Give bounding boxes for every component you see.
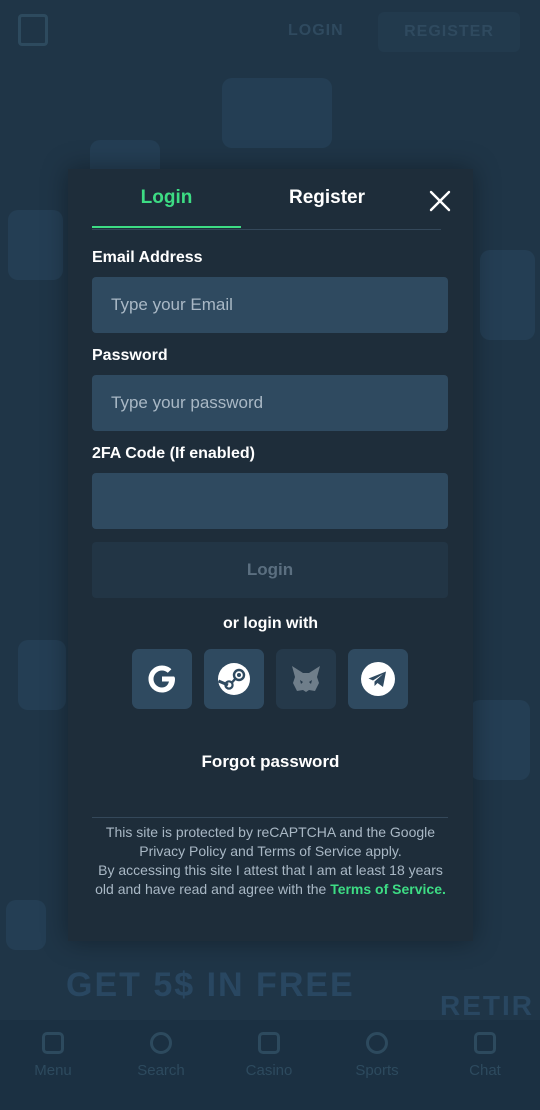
site-logo-icon xyxy=(18,14,48,46)
nav-item-label: Chat xyxy=(469,1062,501,1079)
steam-login-button[interactable] xyxy=(204,649,264,709)
twofa-code-field[interactable] xyxy=(92,473,448,529)
terms-of-service-link[interactable]: Terms of Service. xyxy=(330,881,446,897)
close-button[interactable] xyxy=(426,187,454,215)
email-field[interactable] xyxy=(92,277,448,333)
casino-icon xyxy=(258,1032,280,1054)
google-login-button[interactable] xyxy=(132,649,192,709)
legal-notice: This site is protected by reCAPTCHA and … xyxy=(90,823,451,899)
background-promo-text: GET 5$ IN FREE xyxy=(66,966,355,1004)
background-graphic xyxy=(470,700,530,780)
nav-item-casino: Casino xyxy=(224,1032,314,1079)
background-graphic xyxy=(8,210,63,280)
or-login-with-label: or login with xyxy=(222,615,319,632)
login-button[interactable]: Login xyxy=(92,542,448,598)
email-label: Email Address xyxy=(92,249,203,266)
password-field[interactable] xyxy=(92,375,448,431)
background-graphic xyxy=(6,900,46,950)
login-modal: Login Register Email Address Password 2F… xyxy=(68,169,473,941)
nav-item-chat: Chat xyxy=(440,1032,530,1079)
auth-tabs: Login Register xyxy=(92,169,441,230)
metamask-fox-icon xyxy=(292,666,320,692)
password-label: Password xyxy=(92,347,168,364)
metamask-login-button[interactable] xyxy=(276,649,336,709)
nav-item-label: Sports xyxy=(355,1062,399,1079)
nav-item-menu: Menu xyxy=(8,1032,98,1079)
age-attestation-notice: By accessing this site I attest that I a… xyxy=(90,861,451,899)
header-register-button: REGISTER xyxy=(378,12,520,52)
tab-login[interactable]: Login xyxy=(92,169,241,228)
twofa-label: 2FA Code (If enabled) xyxy=(92,445,255,462)
background-side-text: RETIR xyxy=(440,990,534,1021)
google-icon xyxy=(148,665,175,693)
close-icon xyxy=(429,190,451,212)
nav-item-label: Casino xyxy=(245,1062,293,1079)
steam-icon xyxy=(217,663,250,695)
nav-item-label: Menu xyxy=(34,1062,72,1079)
background-graphic xyxy=(222,78,332,148)
telegram-login-button[interactable] xyxy=(348,649,408,709)
telegram-icon xyxy=(361,662,395,696)
search-icon xyxy=(150,1032,172,1054)
sports-icon xyxy=(366,1032,388,1054)
header-login-link: LOGIN xyxy=(288,22,344,39)
divider xyxy=(92,817,448,818)
nav-item-search: Search xyxy=(116,1032,206,1079)
background-graphic xyxy=(480,250,535,340)
nav-item-label: Search xyxy=(137,1062,185,1079)
forgot-password-link[interactable]: Forgot password xyxy=(68,752,473,772)
recaptcha-notice: This site is protected by reCAPTCHA and … xyxy=(105,824,436,859)
background-graphic xyxy=(18,640,66,710)
background-header: LOGIN REGISTER xyxy=(0,0,540,62)
tab-register[interactable]: Register xyxy=(252,169,402,228)
nav-item-sports: Sports xyxy=(332,1032,422,1079)
chat-icon xyxy=(474,1032,496,1054)
menu-icon xyxy=(42,1032,64,1054)
